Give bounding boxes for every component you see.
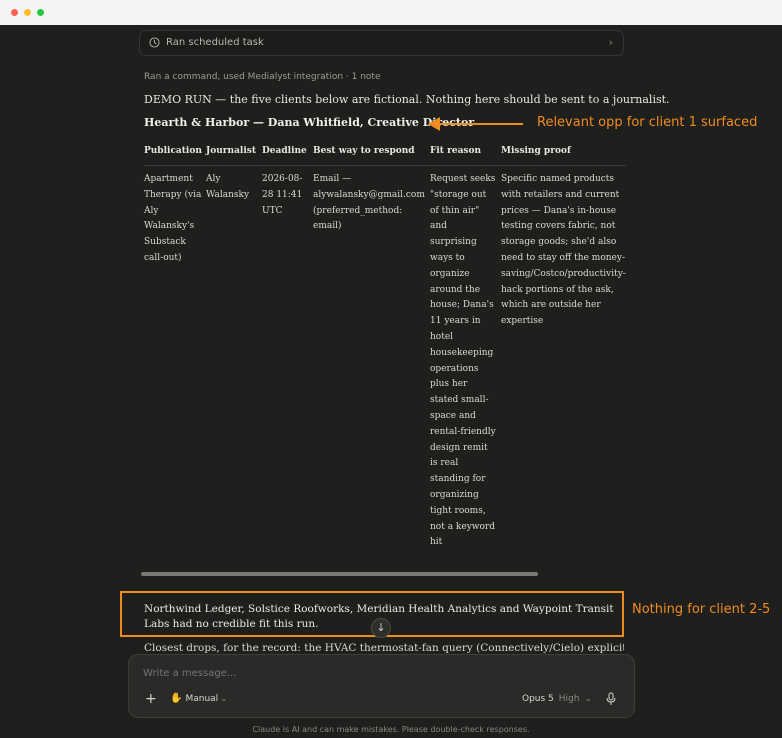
microphone-icon[interactable] xyxy=(605,692,617,706)
arrow-down-icon: ↓ xyxy=(376,621,386,634)
effort-label: High xyxy=(558,694,580,704)
minimize-window-button[interactable] xyxy=(24,9,31,16)
clock-icon xyxy=(149,37,160,48)
table-cell-deadline: 2026-08-28 11:41 UTC xyxy=(262,174,303,216)
table-header-divider xyxy=(144,165,626,166)
message-input[interactable] xyxy=(143,668,443,679)
table-horizontal-scrollbar[interactable] xyxy=(141,572,538,576)
window-titlebar xyxy=(0,0,782,25)
table-header-deadline: Deadline xyxy=(262,146,307,156)
model-label: Opus 5 xyxy=(522,694,554,704)
disclaimer-footer: Claude is AI and can make mistakes. Plea… xyxy=(252,725,530,734)
table-cell-missing-proof: Specific named products with retailers a… xyxy=(501,174,626,327)
scheduled-task-label: Ran scheduled task xyxy=(166,37,264,48)
table-cell-respond: Email — alywalansky@gmail.com (preferred… xyxy=(313,174,425,232)
client-heading: Hearth & Harbor — Dana Whitfield, Creati… xyxy=(144,116,475,129)
scheduled-task-bar[interactable]: Ran scheduled task › xyxy=(139,30,624,56)
table-cell-publication: Apartment Therapy (via Aly Walansky's Su… xyxy=(144,174,202,263)
table-header-fit-reason: Fit reason xyxy=(430,146,482,156)
annotation-arrow xyxy=(430,123,523,125)
demo-notice: DEMO RUN — the five clients below are fi… xyxy=(144,93,670,106)
chevron-right-icon: › xyxy=(608,36,613,49)
maximize-window-button[interactable] xyxy=(37,9,44,16)
table-cell-journalist: Aly Walansky xyxy=(206,174,250,200)
chevron-down-icon: ⌄ xyxy=(584,694,593,704)
table-header-missing-proof: Missing proof xyxy=(501,146,571,156)
close-window-button[interactable] xyxy=(11,9,18,16)
table-header-journalist: Journalist xyxy=(206,146,256,156)
table-header-respond: Best way to respond xyxy=(313,146,415,156)
mode-label: Manual xyxy=(185,694,219,704)
table-header-publication: Publication xyxy=(144,146,202,156)
tool-usage-summary[interactable]: Ran a command, used Medialyst integratio… xyxy=(144,72,380,82)
annotation-opp: Relevant opp for client 1 surfaced xyxy=(537,115,758,130)
model-selector[interactable]: Opus 5 High ⌄ xyxy=(522,694,592,704)
table-cell-fit-reason: Request seeks "storage out of thin air" … xyxy=(430,174,496,548)
annotation-nothing: Nothing for client 2-5 xyxy=(632,602,771,617)
mode-selector[interactable]: ✋ Manual ⌄ xyxy=(170,693,228,704)
scroll-down-button[interactable]: ↓ xyxy=(371,618,391,638)
hand-icon: ✋ xyxy=(170,693,183,704)
chevron-down-icon: ⌄ xyxy=(220,694,228,704)
message-composer: + ✋Manual⌄ Opus 5High⌄ xyxy=(128,654,635,718)
add-attachment-button[interactable]: + xyxy=(145,691,157,707)
